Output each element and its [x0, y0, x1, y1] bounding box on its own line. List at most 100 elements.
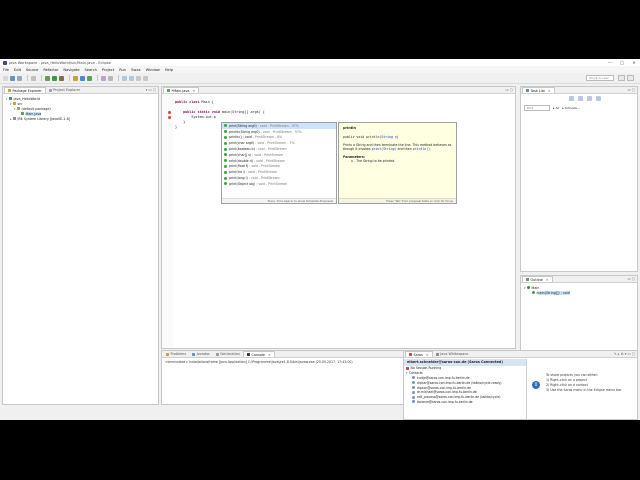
- menu-search[interactable]: Search: [85, 68, 97, 72]
- new-icon[interactable]: [3, 75, 8, 81]
- error-marker-icon[interactable]: [168, 111, 171, 114]
- javadoc-link[interactable]: print(String): [372, 147, 397, 151]
- saros-panel: Saros ✕ Java Whitespace ✎ ▸ ⚙ ▾ ▭ ▢ eiber…: [403, 350, 638, 420]
- close-tab-icon[interactable]: ✕: [268, 353, 271, 357]
- view-menu-icon[interactable]: ▭ ▢: [628, 277, 636, 281]
- external-tools-icon[interactable]: [59, 75, 64, 81]
- close-tab-icon[interactable]: ✕: [548, 89, 551, 93]
- tab-saros[interactable]: Saros ✕: [405, 351, 433, 357]
- class-icon: [527, 286, 530, 289]
- close-tab-icon[interactable]: ✕: [192, 89, 195, 93]
- window-title: Java Workspace - Java_HelloWorld/src/Mai…: [9, 60, 111, 65]
- tab-task-list[interactable]: Task List ✕: [522, 87, 555, 93]
- declaration-icon: [215, 352, 219, 356]
- maximize-button[interactable]: □: [616, 59, 628, 66]
- contact-icon: [412, 390, 415, 394]
- completion-item[interactable]: print(Object obj): void - PrintStream: [222, 181, 336, 187]
- minimize-button[interactable]: —: [604, 59, 616, 66]
- all-filter-button[interactable]: ▸ All: [553, 106, 559, 110]
- contact-icon: [412, 386, 415, 390]
- forward-icon[interactable]: [143, 75, 148, 81]
- menu-swax[interactable]: Swax: [131, 68, 141, 72]
- task-list-panel: Task List ✕ ▭ ▢ Find ▸ All ▸ Activate...: [520, 86, 638, 272]
- new-class-icon[interactable]: [87, 75, 92, 81]
- menu-source[interactable]: Source: [26, 68, 38, 72]
- open-perspective-icon[interactable]: [618, 75, 625, 81]
- javadoc-link[interactable]: String: [381, 135, 393, 139]
- content-assist-popup: print(String arg0): void - PrintStream -…: [221, 122, 337, 204]
- public-method-icon: [224, 164, 227, 168]
- editor-gutter: [162, 94, 173, 348]
- tab-outline[interactable]: Outline ✕: [522, 276, 553, 282]
- filter-icon[interactable]: [587, 96, 592, 101]
- menu-help[interactable]: Help: [165, 68, 173, 72]
- tab-problems[interactable]: Problems: [163, 351, 189, 357]
- eclipse-icon: [3, 60, 7, 65]
- public-method-icon: [224, 153, 227, 157]
- open-type-icon[interactable]: [101, 75, 106, 81]
- editor-maximize-icon[interactable]: ▭ ▢: [506, 88, 514, 92]
- task-find-input[interactable]: Find: [524, 105, 550, 111]
- public-method-icon: [224, 159, 227, 163]
- run-icon[interactable]: [52, 75, 57, 81]
- close-button[interactable]: ✕: [628, 59, 640, 66]
- whitespace-icon: [435, 352, 439, 356]
- contact-icon: [412, 395, 415, 399]
- saros-toolbar-icons[interactable]: ✎ ▸ ⚙ ▾ ▭ ▢: [614, 352, 635, 356]
- tab-project-explorer[interactable]: Project Explorer: [46, 87, 83, 93]
- categorize-icon[interactable]: [578, 96, 583, 101]
- menu-run[interactable]: Run: [119, 68, 126, 72]
- tab-java-whitespace[interactable]: Java Whitespace: [433, 351, 472, 357]
- console-icon: [246, 353, 250, 356]
- menu-bar: File Edit Source Refactor Navigate Searc…: [0, 66, 640, 73]
- menu-navigate[interactable]: Navigate: [63, 68, 79, 72]
- menu-refactor[interactable]: Refactor: [43, 68, 58, 72]
- annotation-prev-icon[interactable]: [129, 75, 134, 81]
- tab-declaration[interactable]: Declaration: [213, 351, 243, 357]
- save-icon[interactable]: [10, 75, 15, 81]
- outline-item-method[interactable]: main(String[]) : void: [524, 290, 634, 295]
- contact-item[interactable]: tbrienie@saros-con.imp.fu-berlin.de: [404, 400, 526, 405]
- save-all-icon[interactable]: [17, 75, 22, 81]
- debug-icon[interactable]: [45, 75, 50, 81]
- tree-item-jre-library[interactable]: ▸ JRE System Library [JavaSE-1.8]: [6, 116, 155, 121]
- back-icon[interactable]: [136, 75, 141, 81]
- javadoc-icon: [192, 352, 196, 356]
- search-icon[interactable]: [108, 75, 113, 81]
- new-task-icon[interactable]: [569, 96, 574, 101]
- session-icon: [406, 366, 409, 370]
- error-marker-icon[interactable]: [168, 116, 171, 119]
- editor-tab-main-java[interactable]: *Main.java ✕: [163, 87, 200, 93]
- print-icon[interactable]: [31, 75, 36, 81]
- activate-button[interactable]: ▸ Activate...: [562, 106, 580, 110]
- tab-package-explorer[interactable]: Package Explorer: [4, 87, 46, 93]
- menu-file[interactable]: File: [3, 68, 9, 72]
- share-help-line: 3) Use the Saros menu in the Eclipse men…: [546, 388, 622, 392]
- java-perspective-icon[interactable]: [627, 75, 634, 81]
- tab-console[interactable]: Console ✕: [242, 351, 275, 357]
- close-tab-icon[interactable]: ✕: [426, 353, 429, 357]
- javadoc-popup[interactable]: println public void println(String x) Pr…: [338, 122, 457, 204]
- library-icon: [13, 117, 16, 120]
- title-bar: Java Workspace - Java_HelloWorld/src/Mai…: [0, 59, 640, 66]
- view-menu-icon[interactable]: ▭ ▢: [628, 88, 636, 92]
- javadoc-param: x - The String to be printed.: [351, 158, 396, 163]
- collapse-all-icon[interactable]: [596, 96, 601, 101]
- annotation-next-icon[interactable]: [122, 75, 127, 81]
- new-package-icon[interactable]: [80, 75, 85, 81]
- new-java-project-icon[interactable]: [73, 75, 78, 81]
- menu-edit[interactable]: Edit: [14, 68, 21, 72]
- public-method-icon: [224, 170, 227, 174]
- quick-access-input[interactable]: Quick Access: [586, 75, 614, 81]
- menu-project[interactable]: Project: [102, 68, 114, 72]
- java-file-icon: [21, 112, 24, 115]
- close-tab-icon[interactable]: ✕: [546, 278, 549, 282]
- tab-javadoc[interactable]: Javadoc: [189, 351, 213, 357]
- menu-window[interactable]: Window: [146, 68, 160, 72]
- eclipse-window: Java Workspace - Java_HelloWorld/src/Mai…: [0, 59, 640, 420]
- javadoc-description: Prints a String and then terminate the l…: [343, 143, 452, 152]
- view-menu-icon[interactable]: ▾ ▭ ▢: [146, 88, 156, 92]
- java-project-icon: [9, 97, 12, 100]
- javadoc-link[interactable]: println(): [413, 147, 430, 151]
- package-icon: [17, 107, 20, 110]
